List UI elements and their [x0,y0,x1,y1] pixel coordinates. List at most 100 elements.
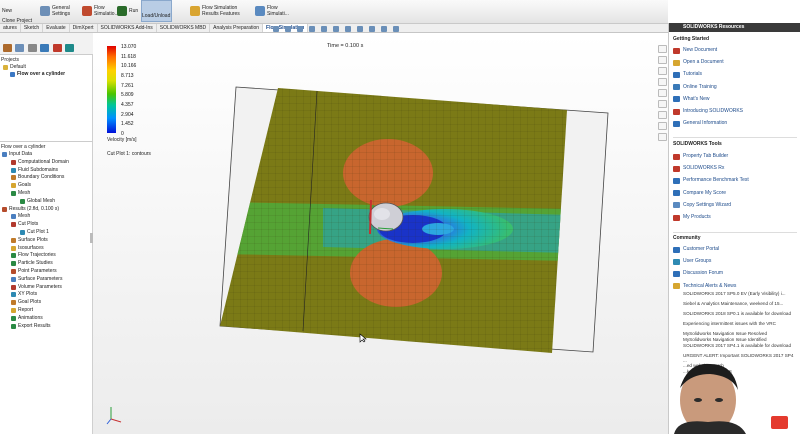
dimxpert-icon[interactable] [40,44,49,52]
getting-started-heading[interactable]: Getting Started [673,36,709,43]
default-node[interactable]: Default [3,64,26,71]
flow-tree-item[interactable]: Isosurfaces [11,245,44,252]
view-settings-icon[interactable] [381,26,387,32]
flow-tree-item[interactable]: Cut Plots [11,221,38,228]
display-style-icon[interactable] [333,26,339,32]
tab-solidworks-mbd[interactable]: SOLIDWORKS MBD [157,24,211,32]
flow-simulation-button[interactable]: Flow Simulatio... [82,0,119,22]
tab-features[interactable]: atures [0,24,21,32]
news-item[interactable]: Siebel & Analytics Maintenance, weekend … [683,301,795,306]
flow-tree-item-label: Isosurfaces [18,244,44,251]
tab-analysis-preparation[interactable]: Analysis Preparation [210,24,264,32]
flow-tree-item[interactable]: Computational Domain [11,159,69,166]
appearances-tab-icon[interactable] [658,89,667,97]
configuration-icon[interactable] [28,44,37,52]
flow-tree-item[interactable]: Mesh [11,213,30,220]
load-unload-button[interactable]: Load/Unload [141,0,172,22]
news-item[interactable]: MySolidworks Navigation Issue Resolved [683,331,795,336]
flow-tree-item[interactable]: Particle Studies [11,260,53,267]
resource-link[interactable]: General Information [673,120,727,127]
flow-tree-item[interactable]: Export Results [11,323,51,330]
general-settings-button[interactable]: General Settings [40,0,70,22]
flow-tree-item[interactable]: Surface Plots [11,237,48,244]
run-button[interactable]: Run [117,0,138,22]
flow-tree-item[interactable]: Flow Trajectories [11,252,56,259]
flow-tree-item[interactable]: XY Plots [11,291,37,298]
flow-tree-item[interactable]: Report [11,307,33,314]
resource-link[interactable]: Discussion Forum [673,270,723,277]
monitor-icon[interactable] [393,26,399,32]
feature-tree-icon[interactable] [3,44,12,52]
tools-heading[interactable]: SOLIDWORKS Tools [673,141,722,148]
apply-scene-icon[interactable] [369,26,375,32]
resources-tab-icon[interactable] [658,45,667,53]
resource-link[interactable]: Copy Settings Wizard [673,202,731,209]
zoom-fit-icon[interactable] [273,26,279,32]
flow-tree-item[interactable]: Point Parameters [11,268,57,275]
zoom-area-icon[interactable] [285,26,291,32]
resource-link[interactable]: Property Tab Builder [673,153,728,160]
design-library-tab-icon[interactable] [658,56,667,64]
news-item[interactable]: SOLIDWORKS 2017 SP5.0 EV (Early Visibili… [683,291,795,296]
flow-tree-item[interactable]: Global Mesh [20,198,55,205]
property-manager-icon[interactable] [15,44,24,52]
forum-tab-icon[interactable] [658,111,667,119]
resource-link[interactable]: Customer Portal [673,246,719,253]
tab-solidworks-addins[interactable]: SOLIDWORKS Add-Ins [98,24,157,32]
edit-appearance-icon[interactable] [357,26,363,32]
resource-link[interactable]: New Document [673,47,717,54]
tree-node-icon [20,230,25,235]
resource-link-label: Technical Alerts & News [683,282,737,289]
news-item[interactable]: Experiencing intermittent issues with th… [683,321,795,326]
flow-analysis-tree-icon[interactable] [65,44,74,52]
news-item[interactable]: MySolidworks Navigation Issue Identified [683,337,795,342]
resource-link[interactable]: What's New [673,96,710,103]
view-palette-tab-icon[interactable] [658,78,667,86]
resource-link[interactable]: Open a Document [673,59,724,66]
previous-view-icon[interactable] [297,26,303,32]
display-manager-icon[interactable] [53,44,62,52]
file-explorer-tab-icon[interactable] [658,67,667,75]
section-view-icon[interactable] [309,26,315,32]
flow-tree-item[interactable]: Fluid Subdomains [11,167,58,174]
news-item[interactable]: SOLIDWORKS 2017 SP4.1 is available for d… [683,343,795,348]
resource-link[interactable]: User Groups [673,258,711,265]
resource-link[interactable]: SOLIDWORKS Rx [673,165,724,172]
cut-plot-canvas [106,86,609,425]
news-item[interactable]: SOLIDWORKS 2018 SP0.1 is available for d… [683,311,795,316]
view-orientation-icon[interactable] [321,26,327,32]
velocity-color-legend [107,46,116,133]
flow-tree-item[interactable]: Results (2.fld, 0.100 s) [2,206,59,213]
projects-node[interactable]: Projects [1,57,19,64]
flow-tree-item[interactable]: Input Data [2,151,32,158]
flow-tree-title[interactable]: Flow over a cylinder [1,144,45,151]
resource-link[interactable]: Introducing SOLIDWORKS [673,108,743,115]
graphics-area[interactable]: 13.070 11.618 10.166 8.713 7.261 5.809 4.357 2.… [93,26,668,434]
hide-show-icon[interactable] [345,26,351,32]
flow-tab-icon[interactable] [658,122,667,130]
flow-tree-item[interactable]: Goal Plots [11,299,41,306]
resource-link[interactable]: Technical Alerts & News [673,283,736,290]
flow-project-node[interactable]: Flow over a cylinder [10,71,65,78]
tab-sketch[interactable]: Sketch [21,24,44,32]
list-tab-icon[interactable] [658,133,667,141]
flow-tree-item[interactable]: Goals [11,182,31,189]
flow-tree-item[interactable]: Mesh [11,190,30,197]
flow-tree-item[interactable]: Volume Parameters [11,284,62,291]
resource-link[interactable]: My Products [673,214,711,221]
custom-properties-tab-icon[interactable] [658,100,667,108]
results-features-button[interactable]: Flow Simulation Results Features [190,0,240,22]
flow-tree-item[interactable]: Cut Plot 1 [20,229,49,236]
flow-simulation-2-button[interactable]: Flow Simulati... [255,0,289,22]
resource-link[interactable]: Performance Benchmark Test [673,177,749,184]
flow-tree-item[interactable]: Boundary Conditions [11,174,64,181]
community-heading[interactable]: Community [673,235,701,242]
flow-tree-item[interactable]: Surface Parameters [11,276,62,283]
tab-evaluate[interactable]: Evaluate [43,24,70,32]
flow-tree-item[interactable]: Animations [11,315,43,322]
resource-link[interactable]: Compare My Score [673,190,726,197]
resource-link[interactable]: Online Training [673,84,717,91]
tab-dimxpert[interactable]: DimXpert [70,24,98,32]
tree-node-icon [11,214,16,220]
resource-link[interactable]: Tutorials [673,71,702,78]
